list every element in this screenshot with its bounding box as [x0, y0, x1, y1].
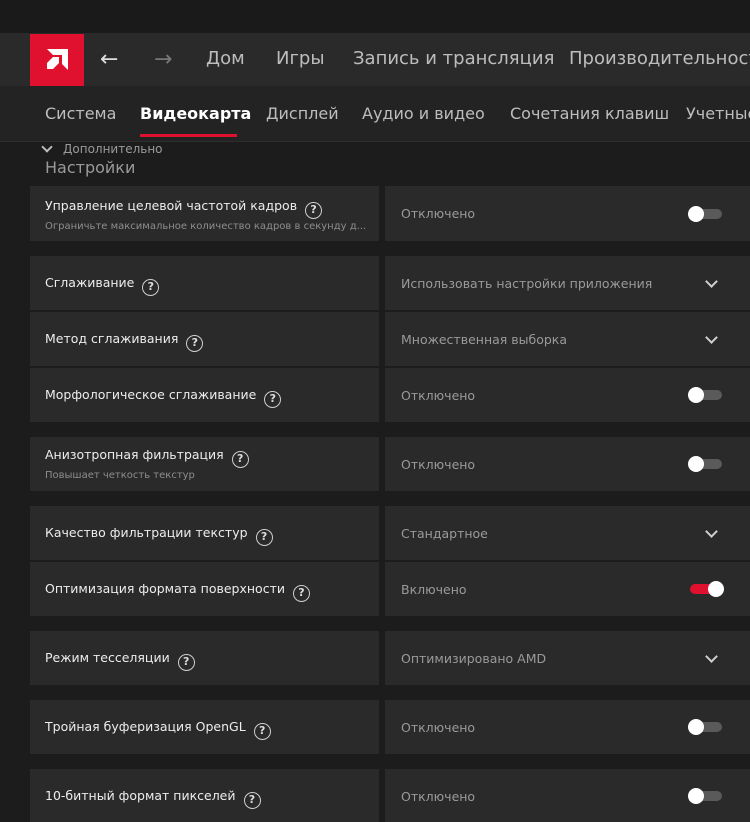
- toggle-switch[interactable]: [688, 456, 722, 472]
- tab-system[interactable]: Система: [45, 104, 116, 123]
- setting-row-surface-format-optimization: Оптимизация формата поверхности? Включен…: [30, 562, 750, 616]
- setting-title: Тройная буферизация OpenGL: [45, 719, 246, 734]
- help-icon[interactable]: ?: [177, 654, 195, 671]
- toggle-switch[interactable]: [688, 788, 722, 804]
- tab-hotkeys[interactable]: Сочетания клавиш: [510, 104, 669, 123]
- toggle-knob: [688, 788, 704, 804]
- setting-value: Отключено: [401, 457, 476, 472]
- setting-subtitle: Повышает четкость текстур: [45, 470, 195, 481]
- chevron-down-icon: [705, 650, 718, 663]
- setting-value: Стандартное: [401, 526, 488, 541]
- dropdown-tessellation-mode[interactable]: Оптимизировано AMD: [385, 631, 750, 685]
- setting-value: Использовать настройки приложения: [401, 276, 653, 291]
- chevron-down-icon: [705, 275, 718, 288]
- setting-title: 10-битный формат пикселей: [45, 788, 236, 803]
- help-icon[interactable]: ?: [231, 451, 249, 468]
- setting-title: Анизотропная фильтрация: [45, 447, 224, 462]
- nav-item-record-stream[interactable]: Запись и трансляция: [353, 48, 554, 69]
- setting-row-anisotropic-filtering: Анизотропная фильтрация? Повышает четкос…: [30, 437, 750, 491]
- setting-row-10bit-pixel-format: 10-битный формат пикселей? Отключено: [30, 769, 750, 822]
- chevron-down-icon: [705, 331, 718, 344]
- toggle-knob: [688, 206, 704, 222]
- help-icon[interactable]: ?: [292, 585, 310, 602]
- setting-value: Отключено: [401, 206, 476, 221]
- setting-row-texture-filtering-quality: Качество фильтрации текстур? Стандартное: [30, 506, 750, 560]
- advanced-label: Дополнительно: [63, 142, 163, 156]
- window-top-strip: [0, 0, 750, 34]
- setting-title: Метод сглаживания: [45, 331, 179, 346]
- toggle-switch[interactable]: [688, 719, 722, 735]
- tab-display[interactable]: Дисплей: [266, 104, 339, 123]
- setting-row-morphological-aa: Морфологическое сглаживание? Отключено: [30, 368, 750, 422]
- tab-accounts[interactable]: Учетные: [686, 104, 750, 123]
- nav-item-home[interactable]: Дом: [206, 48, 245, 69]
- advanced-toggle[interactable]: Дополнительно: [40, 141, 163, 158]
- setting-title: Оптимизация формата поверхности: [45, 581, 285, 596]
- setting-value: Множественная выборка: [401, 332, 568, 347]
- help-icon[interactable]: ?: [142, 279, 160, 296]
- setting-row-opengl-triple-buffering: Тройная буферизация OpenGL? Отключено: [30, 700, 750, 754]
- section-title: Настройки: [45, 158, 136, 177]
- tab-audio-video[interactable]: Аудио и видео: [362, 104, 485, 123]
- toggle-knob: [688, 719, 704, 735]
- settings-tabs: Система Видеокарта Дисплей Аудио и видео…: [0, 86, 750, 142]
- setting-title: Режим тесселяции: [45, 650, 170, 665]
- setting-subtitle: Ограничьте максимальное количество кадро…: [45, 221, 367, 232]
- setting-row-tessellation-mode: Режим тесселяции? Оптимизировано AMD: [30, 631, 750, 685]
- chevron-down-icon: [41, 141, 53, 153]
- chevron-down-icon: [705, 525, 718, 538]
- setting-value: Отключено: [401, 388, 476, 403]
- setting-value: Включено: [401, 582, 467, 597]
- help-icon[interactable]: ?: [305, 202, 323, 219]
- setting-row-target-framerate: Управление целевой частотой кадров? Огра…: [30, 186, 750, 241]
- nav-item-games[interactable]: Игры: [276, 48, 325, 69]
- setting-row-antialiasing: Сглаживание? Использовать настройки прил…: [30, 256, 750, 310]
- setting-row-antialiasing-method: Метод сглаживания? Множественная выборка: [30, 312, 750, 366]
- top-navigation: ← → Дом Игры Запись и трансляция Произво…: [0, 34, 750, 86]
- toggle-knob: [688, 387, 704, 403]
- back-arrow-icon[interactable]: ←: [100, 47, 118, 72]
- dropdown-antialiasing[interactable]: Использовать настройки приложения: [385, 256, 750, 310]
- dropdown-antialiasing-method[interactable]: Множественная выборка: [385, 312, 750, 366]
- dropdown-texture-filtering-quality[interactable]: Стандартное: [385, 506, 750, 560]
- setting-title: Качество фильтрации текстур: [45, 525, 248, 540]
- help-icon[interactable]: ?: [264, 391, 282, 408]
- setting-value: Оптимизировано AMD: [401, 651, 547, 666]
- toggle-switch[interactable]: [688, 206, 722, 222]
- forward-arrow-icon[interactable]: →: [154, 47, 172, 72]
- active-tab-underline: [140, 134, 237, 137]
- amd-logo[interactable]: [30, 34, 84, 86]
- setting-title: Управление целевой частотой кадров: [45, 198, 298, 213]
- help-icon[interactable]: ?: [253, 723, 271, 740]
- nav-item-performance[interactable]: Производительность: [569, 48, 750, 69]
- help-icon[interactable]: ?: [186, 335, 204, 352]
- tab-graphics[interactable]: Видеокарта: [140, 104, 251, 123]
- toggle-switch[interactable]: [690, 581, 724, 597]
- setting-title: Морфологическое сглаживание: [45, 387, 257, 402]
- setting-title: Сглаживание: [45, 275, 135, 290]
- toggle-knob: [688, 456, 704, 472]
- amd-logo-icon: [47, 49, 68, 70]
- toggle-knob: [708, 581, 724, 597]
- help-icon[interactable]: ?: [243, 792, 261, 809]
- toggle-switch[interactable]: [688, 387, 722, 403]
- help-icon[interactable]: ?: [255, 529, 273, 546]
- setting-value: Отключено: [401, 789, 476, 804]
- setting-value: Отключено: [401, 720, 476, 735]
